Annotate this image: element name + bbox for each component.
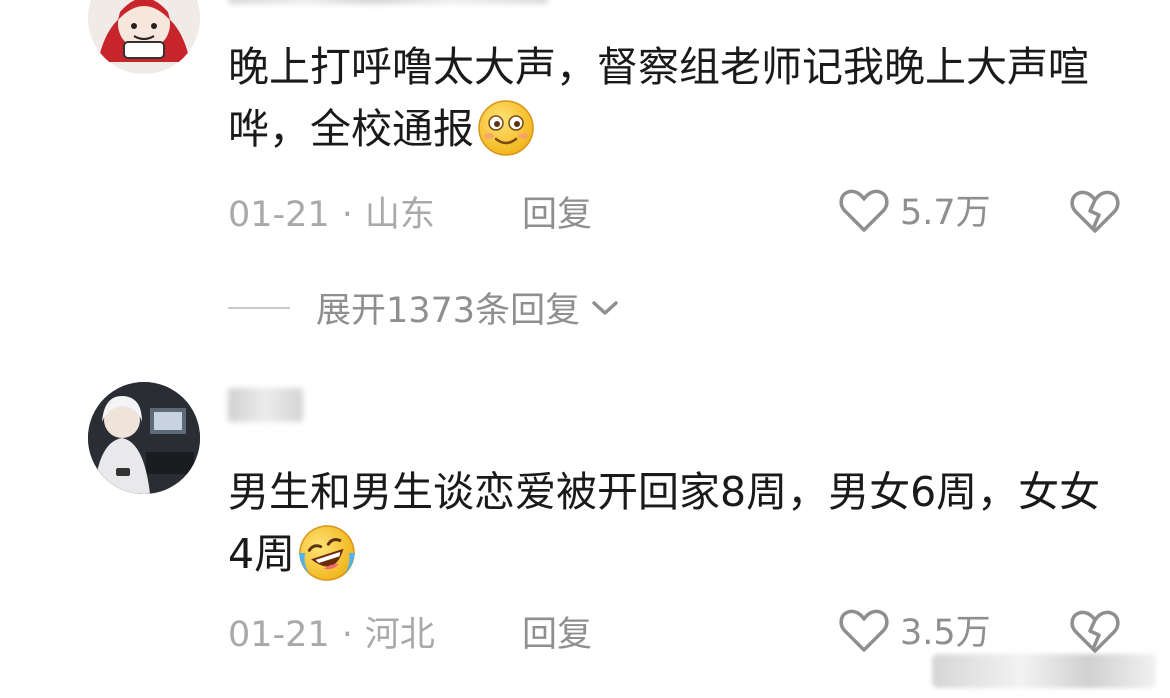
comment-date: 01-21 xyxy=(228,195,330,235)
avatar-cartoon-image xyxy=(88,0,200,74)
heart-outline-icon xyxy=(839,189,889,232)
username-redacted[interactable] xyxy=(228,388,303,422)
laughing-tears-emoji-icon xyxy=(299,525,356,581)
heart-outline-icon xyxy=(839,609,889,652)
avatar[interactable] xyxy=(88,0,200,74)
avatar-photo-image xyxy=(88,382,200,494)
divider-line xyxy=(228,306,290,309)
comment-text-content: 男生和男生谈恋爱被开回家8周，男女6周，女女4周 xyxy=(228,468,1101,578)
expand-replies-label: 展开1373条回复 xyxy=(316,291,581,331)
broken-heart-icon[interactable] xyxy=(1068,605,1122,655)
like-count: 3.5万 xyxy=(900,613,991,653)
comment-location: 山东 xyxy=(364,195,435,235)
username-redacted[interactable] xyxy=(228,0,548,4)
like-button[interactable]: 3.5万 xyxy=(838,604,991,655)
avatar[interactable] xyxy=(88,382,200,494)
comment-text-content: 晚上打呼噜太大声，督察组老师记我晚上大声喧哗，全校通报 xyxy=(228,43,1089,153)
comment-meta: 01-21 · 河北 xyxy=(228,606,435,657)
comment-item: 男生和男生谈恋爱被开回家8周，男女6周，女女4周 01-21 · 河北 回复 3… xyxy=(0,370,1170,698)
shy-smile-emoji-icon xyxy=(478,100,534,156)
comment-date: 01-21 xyxy=(228,615,330,655)
expand-replies-button[interactable]: 展开1373条回复 xyxy=(228,282,620,333)
comment-text: 男生和男生谈恋爱被开回家8周，男女6周，女女4周 xyxy=(228,461,1108,585)
like-count: 5.7万 xyxy=(900,193,991,233)
chevron-down-icon xyxy=(592,300,618,315)
comment-item: 晚上打呼噜太大声，督察组老师记我晚上大声喧哗，全校通报 01-21 · 山东 回复 … xyxy=(0,0,1170,345)
comment-text: 晚上打呼噜太大声，督察组老师记我晚上大声喧哗，全校通报 xyxy=(228,36,1108,160)
like-button[interactable]: 5.7万 xyxy=(838,184,991,235)
meta-separator: · xyxy=(341,615,353,655)
comment-meta: 01-21 · 山东 xyxy=(228,186,435,237)
watermark-redacted xyxy=(932,654,1156,688)
reply-button[interactable]: 回复 xyxy=(522,606,592,657)
broken-heart-icon[interactable] xyxy=(1068,185,1122,235)
meta-separator: · xyxy=(341,195,353,235)
reply-button[interactable]: 回复 xyxy=(522,186,592,237)
comment-location: 河北 xyxy=(364,615,435,655)
